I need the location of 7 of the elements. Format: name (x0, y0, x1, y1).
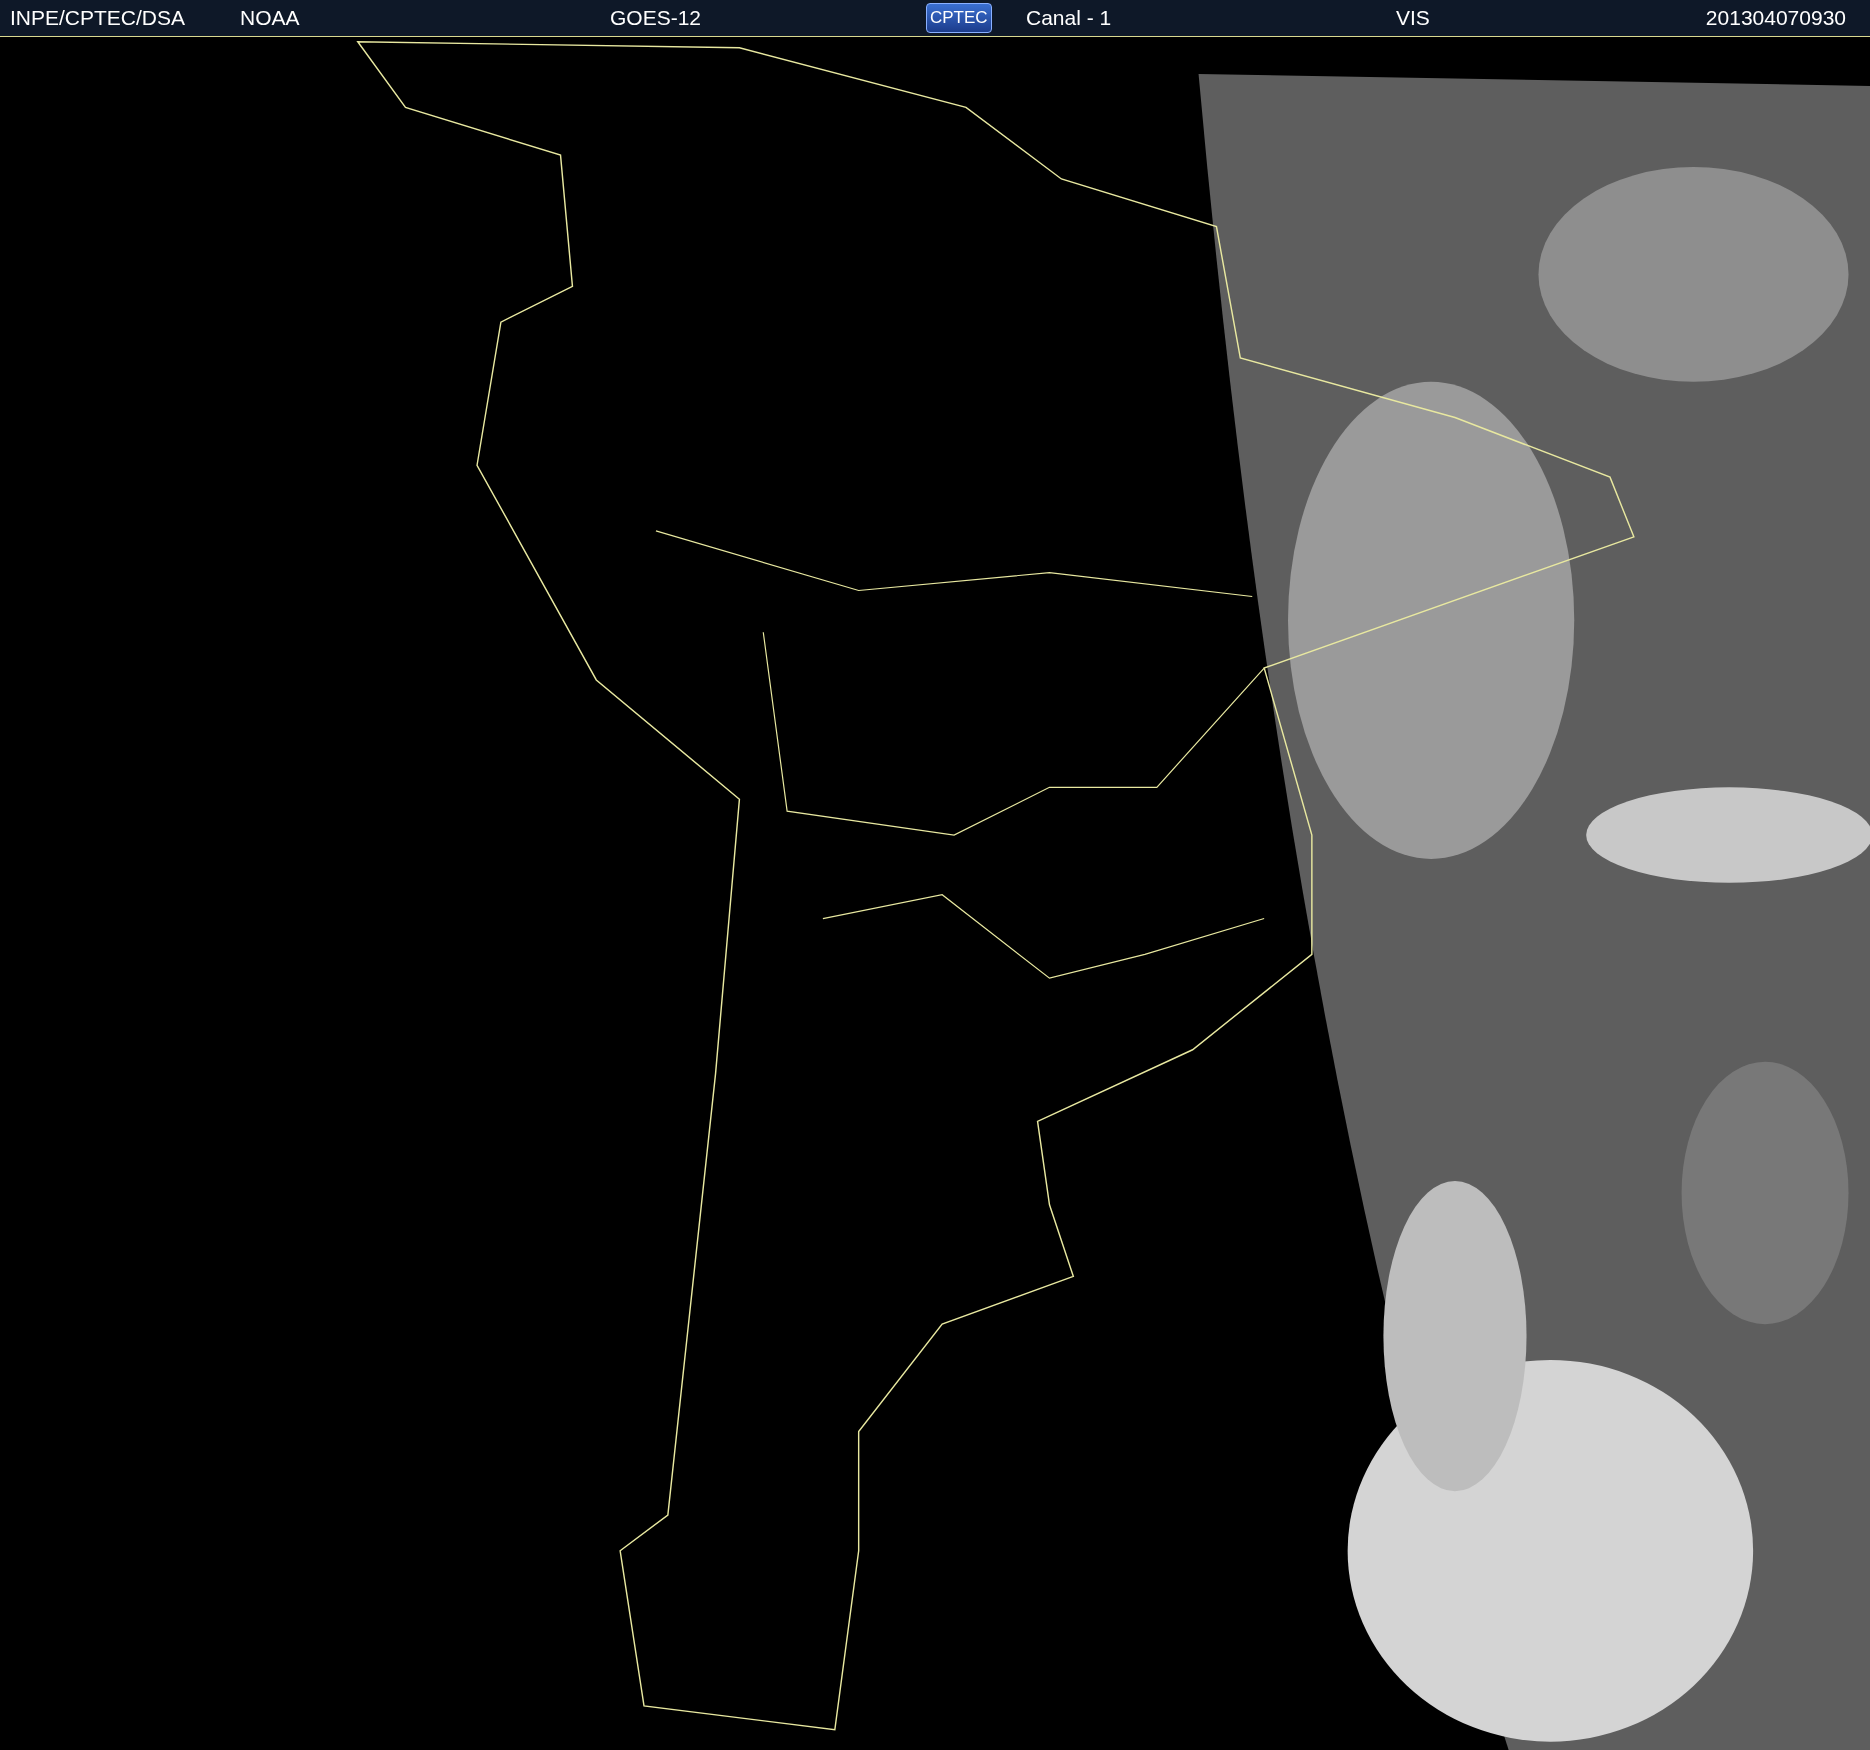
header-label: GOES-12 (610, 6, 702, 30)
header-label: Canal - 1 (1026, 6, 1112, 30)
header-label: 201304070930 (1705, 6, 1846, 30)
header-label: NOAA (240, 6, 300, 30)
header-label: VIS (1396, 6, 1430, 30)
logo: CPTEC (926, 3, 992, 33)
header-label: INPE/CPTEC/DSA (10, 6, 186, 30)
